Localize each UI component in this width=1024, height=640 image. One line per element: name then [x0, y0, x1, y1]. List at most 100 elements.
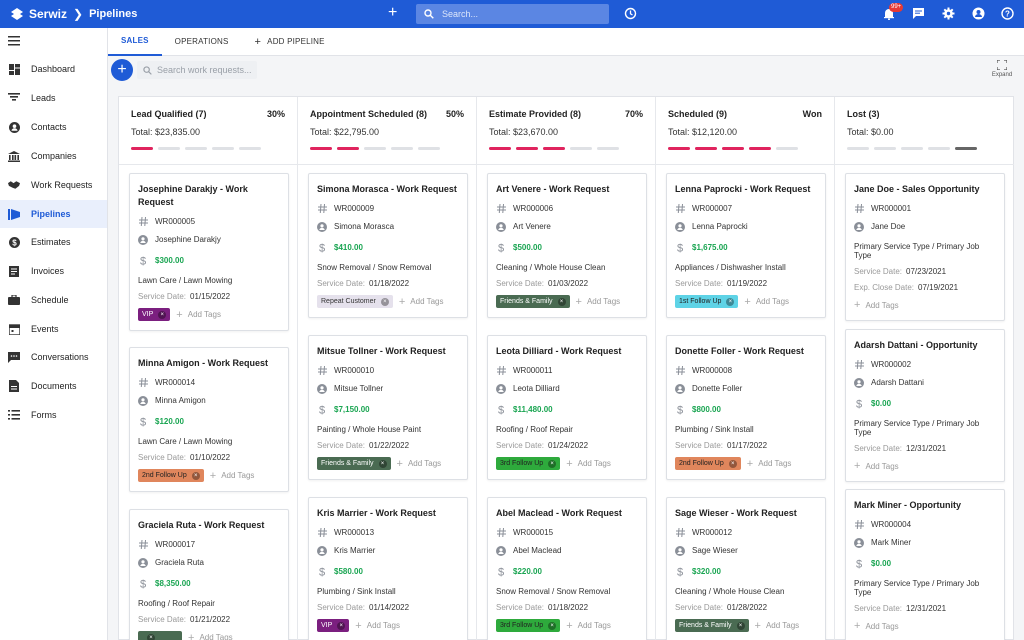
work-request-card[interactable]: Mark Miner - Opportunity WR000004 Mark Min… — [845, 489, 1005, 640]
sidebar-item-leads[interactable]: Leads — [0, 84, 107, 112]
card-title[interactable]: Josephine Darakjy - Work Request — [138, 183, 280, 209]
column-title[interactable]: Lost (3) — [847, 109, 1002, 119]
add-tags-button[interactable]: + Add Tags — [744, 296, 789, 308]
card-person[interactable]: Simona Morasca — [334, 222, 394, 231]
tag-chip[interactable]: 2nd Follow Up × — [138, 469, 204, 482]
card-person[interactable]: Graciela Ruta — [155, 558, 204, 567]
card-title[interactable]: Leota Dilliard - Work Request — [496, 345, 638, 358]
tag-chip[interactable]: Friends & Family × — [317, 457, 391, 470]
work-request-card[interactable]: Art Venere - Work Request WR000006 Art Ven… — [487, 173, 647, 318]
column-title[interactable]: Lead Qualified (7) — [131, 109, 285, 119]
add-tags-button[interactable]: + Add Tags — [176, 309, 221, 321]
card-person[interactable]: Art Venere — [513, 222, 551, 231]
work-request-card[interactable]: Josephine Darakjy - Work Request WR000005… — [129, 173, 289, 331]
card-title[interactable]: Lenna Paprocki - Work Request — [675, 183, 817, 196]
work-request-card[interactable]: Simona Morasca - Work Request WR000009 Sim… — [308, 173, 468, 318]
tag-chip[interactable]: 1st Follow Up × — [675, 295, 739, 308]
work-request-card[interactable]: Jane Doe - Sales Opportunity WR000001 Jane… — [845, 173, 1005, 321]
card-title[interactable]: Abel Maclead - Work Request — [496, 507, 638, 520]
work-request-card[interactable]: Leota Dilliard - Work Request WR000011 Leo… — [487, 335, 647, 480]
add-tags-button[interactable]: + Add Tags — [210, 470, 255, 482]
add-tags-button[interactable]: + Add Tags — [854, 620, 899, 632]
add-tags-button[interactable]: + Add Tags — [854, 299, 899, 311]
add-work-request-button[interactable]: + — [111, 59, 133, 81]
sidebar-item-dashboard[interactable]: Dashboard — [0, 55, 107, 83]
menu-icon[interactable] — [8, 36, 20, 46]
card-person[interactable]: Donette Foller — [692, 384, 742, 393]
card-person[interactable]: Lenna Paprocki — [692, 222, 748, 231]
work-request-card[interactable]: Abel Maclead - Work Request WR000015 Abel … — [487, 497, 647, 640]
tag-chip[interactable]: VIP × — [317, 619, 350, 632]
work-request-search-input[interactable]: Search work requests... — [137, 61, 257, 79]
card-title[interactable]: Graciela Ruta - Work Request — [138, 519, 280, 532]
card-person[interactable]: Leota Dilliard — [513, 384, 560, 393]
card-title[interactable]: Art Venere - Work Request — [496, 183, 638, 196]
remove-tag-icon[interactable]: × — [548, 621, 557, 630]
tag-chip[interactable]: 2nd Follow Up × — [675, 457, 741, 470]
expand-button[interactable]: Expand — [990, 59, 1014, 78]
add-tags-button[interactable]: + Add Tags — [576, 296, 621, 308]
card-person[interactable]: Kris Marrier — [334, 546, 375, 555]
remove-tag-icon[interactable]: × — [548, 459, 557, 468]
global-search[interactable]: Search... — [416, 4, 609, 24]
add-tags-button[interactable]: + Add Tags — [755, 620, 800, 632]
sidebar-item-companies[interactable]: Companies — [0, 142, 107, 170]
add-tags-button[interactable]: + Add Tags — [355, 620, 400, 632]
card-person[interactable]: Mitsue Tollner — [334, 384, 383, 393]
card-title[interactable]: Adarsh Dattani - Opportunity — [854, 339, 996, 352]
sidebar-item-invoices[interactable]: Invoices — [0, 257, 107, 285]
tag-chip[interactable]: 3rd Follow Up × — [496, 619, 561, 632]
work-request-card[interactable]: Kris Marrier - Work Request WR000013 Kris … — [308, 497, 468, 640]
add-tags-button[interactable]: + Add Tags — [566, 458, 611, 470]
card-person[interactable]: Jane Doe — [871, 222, 905, 231]
tag-chip[interactable]: VIP × — [138, 308, 171, 321]
tab-operations[interactable]: OPERATIONS — [162, 28, 242, 56]
remove-tag-icon[interactable]: × — [337, 621, 346, 630]
gear-icon[interactable] — [942, 7, 955, 20]
sidebar-item-estimates[interactable]: $ Estimates — [0, 228, 107, 256]
add-tags-button[interactable]: + Add Tags — [747, 458, 792, 470]
sidebar-item-conversations[interactable]: Conversations — [0, 343, 107, 371]
remove-tag-icon[interactable]: × — [728, 459, 737, 468]
remove-tag-icon[interactable]: × — [557, 297, 566, 306]
sidebar-item-forms[interactable]: Forms — [0, 401, 107, 429]
card-title[interactable]: Donette Foller - Work Request — [675, 345, 817, 358]
add-tags-button[interactable]: + Add Tags — [188, 632, 233, 640]
remove-tag-icon[interactable]: × — [736, 621, 745, 630]
tag-chip[interactable]: Repeat Customer × — [317, 295, 393, 308]
brand[interactable]: Serwiz — [10, 7, 67, 21]
add-tags-button[interactable]: + Add Tags — [566, 620, 611, 632]
card-title[interactable]: Mitsue Tollner - Work Request — [317, 345, 459, 358]
work-request-card[interactable]: Donette Foller - Work Request WR000008 Don… — [666, 335, 826, 480]
card-title[interactable]: Minna Amigon - Work Request — [138, 357, 280, 370]
sidebar-item-documents[interactable]: Documents — [0, 372, 107, 400]
card-title[interactable]: Jane Doe - Sales Opportunity — [854, 183, 996, 196]
remove-tag-icon[interactable]: × — [158, 310, 167, 319]
card-person[interactable]: Sage Wieser — [692, 546, 738, 555]
card-person[interactable]: Abel Maclead — [513, 546, 561, 555]
add-icon[interactable]: + — [388, 5, 397, 21]
tag-chip[interactable]: 3rd Follow Up × — [496, 457, 561, 470]
help-icon[interactable]: ? — [1001, 7, 1014, 20]
card-title[interactable]: Simona Morasca - Work Request — [317, 183, 459, 196]
add-pipeline-button[interactable]: + ADD PIPELINE — [242, 28, 338, 56]
tag-chip[interactable]: Friends & Family × — [496, 295, 570, 308]
card-title[interactable]: Mark Miner - Opportunity — [854, 499, 996, 512]
work-request-card[interactable]: Mitsue Tollner - Work Request WR000010 Mit… — [308, 335, 468, 480]
add-tags-button[interactable]: + Add Tags — [399, 296, 444, 308]
remove-tag-icon[interactable]: × — [726, 297, 735, 306]
tag-chip[interactable]: Friends & Family × — [675, 619, 749, 632]
tab-sales[interactable]: SALES — [108, 28, 162, 56]
column-title[interactable]: Scheduled (9) — [668, 109, 822, 119]
sidebar-item-events[interactable]: Events — [0, 315, 107, 343]
sidebar-item-schedule[interactable]: Schedule — [0, 286, 107, 314]
chat-icon[interactable] — [912, 7, 925, 20]
sidebar-item-pipelines[interactable]: Pipelines — [0, 200, 107, 228]
add-tags-button[interactable]: + Add Tags — [854, 460, 899, 472]
work-request-card[interactable]: Sage Wieser - Work Request WR000012 Sage W… — [666, 497, 826, 640]
work-request-card[interactable]: Lenna Paprocki - Work Request WR000007 Len… — [666, 173, 826, 318]
work-request-card[interactable]: Graciela Ruta - Work Request WR000017 Grac… — [129, 509, 289, 640]
remove-tag-icon[interactable]: × — [378, 459, 387, 468]
sidebar-item-contacts[interactable]: Contacts — [0, 113, 107, 141]
card-person[interactable]: Mark Miner — [871, 538, 911, 547]
